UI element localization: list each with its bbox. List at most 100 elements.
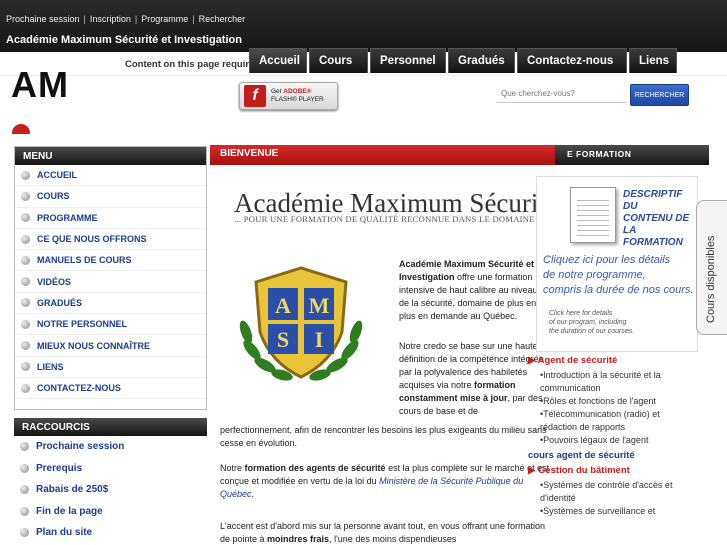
bullet-icon (21, 213, 30, 223)
menu-item-accueil[interactable]: ACCUEIL (15, 165, 206, 187)
document-icon (570, 187, 616, 243)
sidebar-shortcuts: RACCOURCIS Prochaine session Prerequis R… (14, 418, 207, 545)
menu-item-programme[interactable]: PROGRAMME (15, 208, 206, 229)
course-section-label: Agent de sécurité (537, 355, 618, 366)
bullet-icon (21, 362, 30, 372)
academy-crest-logo: A M S I (239, 266, 363, 381)
credo-text-a: Notre credo se base sur une haute défini… (399, 341, 544, 390)
shortcut-fin-page[interactable]: Fin de la page (14, 501, 207, 523)
search-button[interactable]: RECHERCHER (630, 84, 689, 106)
promo-fr-3: compris la durée de nos cours. (543, 284, 694, 296)
link-programme[interactable]: Programme (141, 14, 188, 24)
menu-item-personnel[interactable]: NOTRE PERSONNEL (15, 314, 206, 336)
shortcut-rabais[interactable]: Rabais de 250$ (14, 479, 207, 501)
bullet-icon (21, 319, 30, 329)
promo-title-3: FORMATION (623, 237, 683, 248)
tab-personnel[interactable]: Personnel (370, 48, 446, 73)
menu-item-contact[interactable]: CONTACTEZ-NOUS (15, 378, 206, 400)
bullet-icon (20, 506, 29, 516)
menu-item-label: CE QUE NOUS OFFRONS (37, 234, 147, 245)
accent-text-b: , l'une des moins dispendieuses (329, 534, 457, 544)
menu-item-videos[interactable]: VIDÉOS (15, 271, 206, 293)
separator: | (83, 14, 86, 24)
shortcut-plan-site[interactable]: Plan du site (14, 522, 207, 544)
credo-paragraph-cont: perfectionnement, afin de rencontrer les… (220, 425, 547, 448)
bullet-icon (20, 485, 29, 495)
crest-shield (254, 266, 348, 379)
welcome-title: BIENVENUE (220, 148, 279, 159)
menu-item-manuels[interactable]: MANUELS DE COURS (15, 250, 206, 272)
tab-cours[interactable]: Cours (309, 48, 368, 73)
tab-liens[interactable]: Liens (629, 48, 677, 73)
tab-gradues[interactable]: Gradués (448, 48, 515, 73)
menu-item-label: VIDÉOS (37, 276, 72, 287)
menu-item-liens[interactable]: LIENS (15, 357, 206, 378)
menu-item-offres[interactable]: CE QUE NOUS OFFRONS (15, 229, 206, 251)
search-input[interactable] (497, 85, 627, 103)
bullet-icon (20, 528, 29, 538)
shortcut-label: Prochaine session (36, 441, 125, 453)
course-item[interactable]: Systèmes de surveillance et (528, 505, 698, 518)
get-flash-player-button[interactable]: f Get ADOBE® FLASH® PLAYER (239, 82, 338, 110)
shortcut-label: Rabais de 250$ (36, 484, 109, 496)
bullet-icon (20, 442, 29, 452)
flash-label: Get ADOBE® FLASH® PLAYER (271, 88, 324, 104)
site-logo[interactable]: AM (11, 64, 69, 106)
flash-label-player: FLASH® PLAYER (271, 96, 324, 103)
tab-accueil[interactable]: Accueil (249, 48, 307, 73)
bullet-icon (21, 234, 30, 244)
main-nav: Accueil Cours Personnel Gradués Contacte… (249, 48, 677, 73)
logo-mark (12, 124, 30, 134)
accent-paragraph: L'accent est d'abord mis sur la personne… (220, 520, 550, 545)
page: Prochaine session | Inscription | Programme |… (0, 0, 727, 545)
menu-item-gradues[interactable]: GRADUÉS (15, 293, 206, 315)
menu-title: MENU (15, 147, 206, 165)
promo-french-text: Cliquez ici pour les détails de notre pro… (543, 253, 693, 298)
formation-text-c: . (251, 489, 255, 499)
program-description-banner[interactable]: DESCRIPTIF DU CONTENU DE LA FORMATION Cliq… (536, 176, 698, 352)
link-prochaine-session[interactable]: Prochaine session (6, 14, 80, 24)
sidetab-label: Cours disponibles (705, 235, 717, 323)
top-links: Prochaine session | Inscription | Programme |… (6, 14, 245, 24)
course-section-agent[interactable]: ▶ Agent de sécurité (528, 354, 698, 367)
cours-disponibles-tab[interactable]: Cours disponibles (696, 200, 727, 335)
promo-title-1: DESCRIPTIF DU (623, 189, 683, 212)
shortcut-prochaine-session[interactable]: Prochaine session (14, 436, 207, 458)
intro-paragraph: Académie Maximum Sécurité et Investigati… (399, 258, 549, 323)
flash-label-adobe: ADOBE® (283, 88, 312, 95)
link-inscription[interactable]: Inscription (90, 14, 131, 24)
formation-paragraph: Notre formation des agents de sécurité e… (220, 462, 550, 501)
menu-item-label: PROGRAMME (37, 212, 98, 223)
welcome-header: BIENVENUE (210, 145, 565, 165)
accent-bold: moindres frais (267, 534, 330, 544)
menu-item-connaitre[interactable]: MIEUX NOUS CONNAÎTRE (15, 335, 206, 357)
shortcut-label: Prerequis (36, 462, 83, 474)
menu-item-label: MANUELS DE COURS (37, 255, 132, 266)
shortcut-label: Plan du site (36, 527, 93, 539)
menu-item-label: GRADUÉS (37, 297, 83, 308)
crest-letter-a: A (275, 293, 291, 318)
menu-item-label: ACCUEIL (37, 170, 77, 181)
formation-bold: formation des agents de sécurité (244, 463, 386, 473)
bullet-icon (21, 277, 30, 287)
course-link-agent[interactable]: cours agent de sécurité (528, 449, 698, 462)
flash-notice: Content on this page requires a newer ve… (125, 59, 255, 70)
course-item[interactable]: Télécommunication (radio) et rédaction d… (528, 408, 698, 434)
course-item[interactable]: Systèmes de contrôle d'accès et d'identi… (528, 479, 698, 505)
course-item[interactable]: Introduction à la sécurité et la communi… (528, 369, 698, 395)
flash-label-get: Get (271, 88, 282, 95)
bullet-icon (21, 170, 30, 180)
course-section-batiment[interactable]: ▶ Gestion du bâtiment (528, 464, 698, 477)
course-item[interactable]: Rôles et fonctions de l'agent (528, 395, 698, 408)
credo-paragraph: Notre credo se base sur une haute défini… (399, 340, 549, 418)
menu-item-label: MIEUX NOUS CONNAÎTRE (37, 340, 151, 351)
tab-contactez-nous[interactable]: Contactez-nous (517, 48, 627, 73)
promo-en-1: Click here for details (549, 310, 613, 317)
course-item[interactable]: Pouvoirs légaux de l'agent (528, 434, 698, 447)
bullet-icon (21, 383, 30, 393)
course-section-label: Gestion du bâtiment (537, 465, 630, 476)
menu-item-cours[interactable]: COURS (15, 186, 206, 208)
link-rechercher[interactable]: Rechercher (199, 14, 246, 24)
promo-title: DESCRIPTIF DU CONTENU DE LA FORMATION (623, 189, 697, 249)
shortcut-prerequis[interactable]: Prerequis (14, 458, 207, 480)
